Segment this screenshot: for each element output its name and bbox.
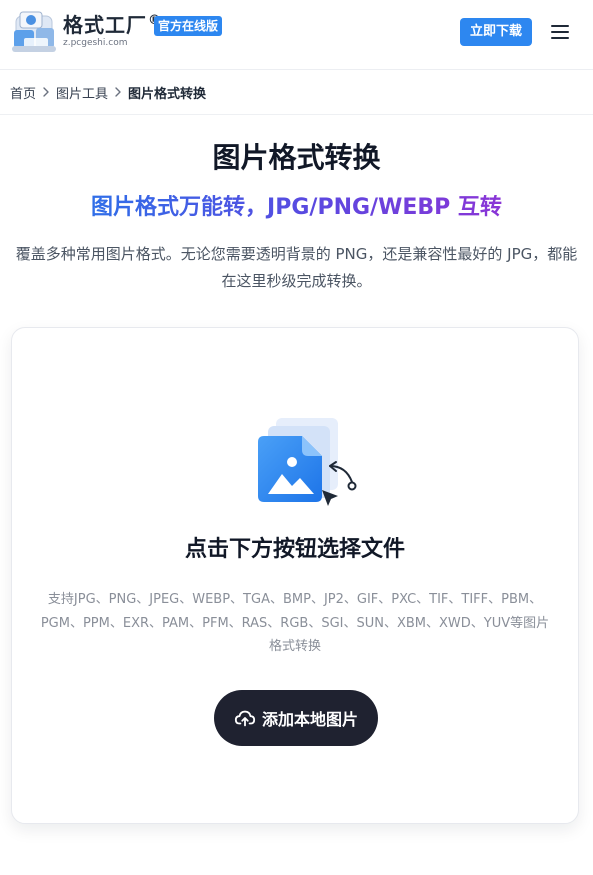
add-local-image-label: 添加本地图片 — [261, 710, 358, 729]
breadcrumb-current: 图片格式转换 — [128, 86, 207, 102]
supported-formats-text: 支持JPG、PNG、JPEG、WEBP、TGA、BMP、JP2、GIF、PXC、… — [40, 592, 550, 654]
brand-name[interactable]: 格式工厂® — [63, 13, 162, 37]
upload-heading: 点击下方按钮选择文件 — [184, 537, 405, 562]
official-badge: 官方在线版 — [154, 16, 223, 36]
app-logo-icon[interactable] — [10, 10, 60, 54]
upload-card[interactable]: 点击下方按钮选择文件 支持JPG、PNG、JPEG、WEBP、TGA、BMP、J… — [11, 327, 579, 824]
breadcrumb-image-tools[interactable]: 图片工具 — [56, 83, 108, 102]
page-subtitle: 图片格式万能转，JPG/PNG/WEBP 互转 — [91, 195, 502, 220]
site-header: 格式工厂® 官方在线版 z.pcgeshi.com 立即下载 — [0, 0, 593, 70]
brand-domain: z.pcgeshi.com — [63, 38, 128, 48]
add-local-image-button[interactable]: 添加本地图片 — [214, 690, 378, 746]
download-button[interactable]: 立即下载 — [460, 18, 532, 46]
page-description: 覆盖多种常用图片格式。无论您需要透明背景的 PNG，还是兼容性最好的 JPG，都… — [15, 245, 578, 290]
page-title: 图片格式转换 — [212, 141, 381, 174]
divider — [0, 114, 593, 115]
chevron-right-icon — [115, 87, 121, 97]
breadcrumb-home[interactable]: 首页 — [10, 83, 36, 102]
cloud-upload-icon — [234, 710, 256, 727]
breadcrumb: 首页 图片工具 图片格式转换 — [10, 82, 206, 102]
hamburger-menu-icon[interactable] — [549, 23, 571, 41]
chevron-right-icon — [43, 87, 49, 97]
image-file-icon — [258, 418, 357, 506]
